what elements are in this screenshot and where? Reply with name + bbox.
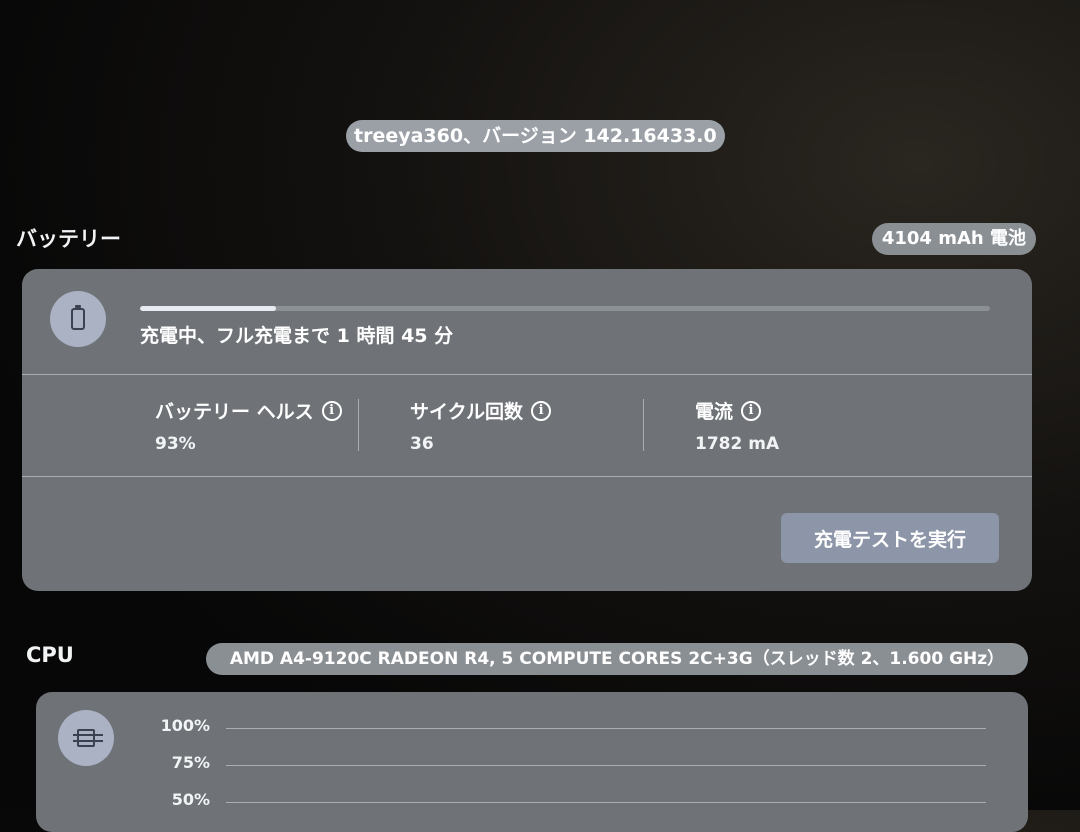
metric-value: 36 <box>410 434 434 454</box>
info-icon[interactable]: i <box>321 400 342 421</box>
y-axis-tick: 50% <box>171 790 210 809</box>
y-axis-tick: 75% <box>171 753 210 772</box>
cpu-model-badge: AMD A4-9120C RADEON R4, 5 COMPUTE CORES … <box>206 643 1028 675</box>
version-badge: treeya360、バージョン 142.16433.0 <box>346 120 725 152</box>
grid-line <box>226 728 986 729</box>
battery-card: 充電中、フル充電まで 1 時間 45 分 バッテリー ヘルス i 93% サイク… <box>22 269 1032 591</box>
cpu-section-title: CPU <box>26 643 74 667</box>
divider <box>22 374 1032 375</box>
metric-value: 1782 mA <box>695 434 780 454</box>
grid-line <box>226 765 986 766</box>
metric-label: サイクル回数 <box>410 401 524 423</box>
metric-current: 電流 i 1782 mA <box>695 397 779 454</box>
metric-separator <box>643 399 644 451</box>
run-charge-test-button[interactable]: 充電テストを実行 <box>781 513 999 563</box>
grid-line <box>226 802 986 803</box>
metric-label: 電流 <box>695 401 734 423</box>
metric-cycle-count: サイクル回数 i 36 <box>410 397 552 454</box>
charge-progress-bar <box>140 306 990 311</box>
metric-separator <box>358 399 359 451</box>
info-icon[interactable]: i <box>531 400 552 421</box>
charging-status: 充電中、フル充電まで 1 時間 45 分 <box>140 325 454 347</box>
metric-label: バッテリー ヘルス <box>155 401 314 423</box>
metric-battery-health: バッテリー ヘルス i 93% <box>155 397 342 454</box>
charge-progress-fill <box>140 306 276 311</box>
battery-icon <box>50 291 106 347</box>
cpu-card: 100% 75% 50% <box>36 692 1028 832</box>
battery-section-title: バッテリー <box>16 227 121 251</box>
battery-capacity-badge: 4104 mAh 電池 <box>871 223 1036 255</box>
metric-value: 93% <box>155 434 196 454</box>
info-icon[interactable]: i <box>741 400 762 421</box>
cpu-chip-icon <box>58 710 114 766</box>
divider <box>22 476 1032 477</box>
y-axis-tick: 100% <box>160 716 210 735</box>
